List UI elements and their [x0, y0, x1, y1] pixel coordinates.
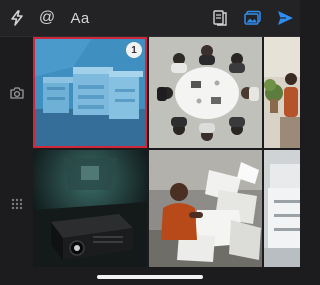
at-sign-icon[interactable]: @	[36, 0, 58, 36]
photo-library-icon[interactable]	[240, 0, 266, 36]
text-format-icon[interactable]: Aa	[66, 0, 94, 36]
compose-toolbar: @ Aa	[0, 0, 300, 37]
grid-dots-icon[interactable]	[8, 195, 26, 213]
photo-tile-printer-partial[interactable]	[264, 150, 300, 267]
selection-count-badge: 1	[126, 42, 142, 58]
photo-tile-office-plants[interactable]	[264, 37, 300, 148]
attachment-sidebar	[0, 37, 33, 267]
send-icon[interactable]	[272, 0, 298, 36]
photo-tile-projector[interactable]	[33, 150, 147, 267]
photo-tile-meeting-table[interactable]	[149, 37, 262, 148]
photo-tile-office-printers[interactable]: 1	[33, 37, 147, 148]
sticky-note-icon[interactable]	[208, 0, 232, 36]
home-indicator-area	[0, 267, 300, 285]
camera-icon[interactable]	[8, 84, 26, 102]
home-indicator[interactable]	[97, 275, 203, 279]
photo-grid: 1	[33, 37, 300, 267]
photo-tile-paper-pile[interactable]	[149, 150, 262, 267]
bolt-icon[interactable]	[6, 0, 28, 36]
